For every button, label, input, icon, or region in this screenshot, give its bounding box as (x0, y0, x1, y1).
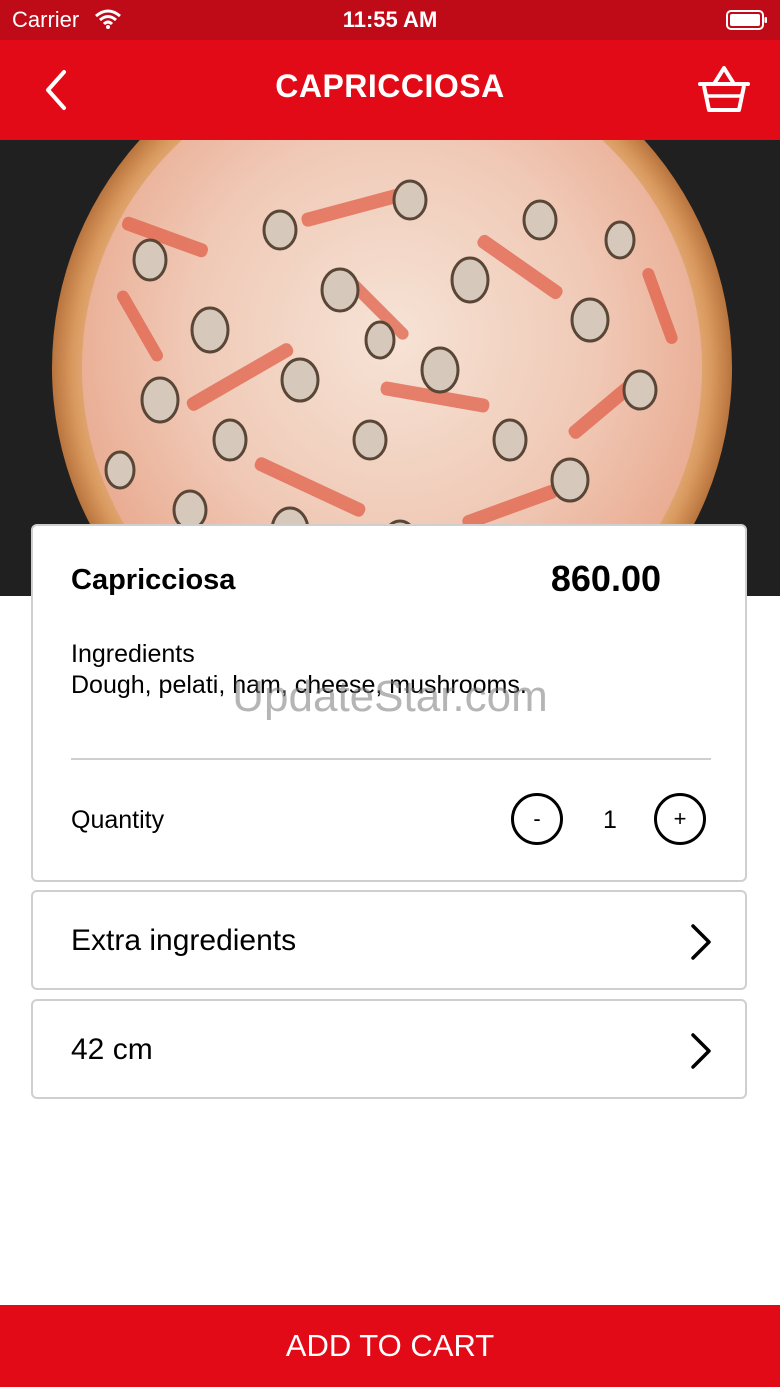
extra-ingredients-label: Extra ingredients (71, 924, 297, 957)
decrease-quantity-button[interactable]: - (511, 793, 563, 845)
battery-icon (726, 10, 767, 30)
quantity-label: Quantity (71, 806, 165, 834)
add-to-cart-button[interactable]: ADD TO CART (0, 1305, 780, 1387)
extra-ingredients-row[interactable]: Extra ingredients (31, 890, 747, 990)
basket-icon[interactable] (696, 64, 752, 116)
status-bar: Carrier 11:55 AM (0, 0, 780, 40)
product-name: Capricciosa (71, 564, 236, 596)
quantity-value: 1 (603, 806, 617, 834)
divider (71, 758, 711, 760)
increase-quantity-button[interactable]: + (654, 793, 706, 845)
page-title: CAPRICCIOSA (275, 68, 505, 104)
product-card: Capricciosa 860.00 Ingredients Dough, pe… (31, 524, 747, 882)
add-to-cart-label: ADD TO CART (285, 1328, 495, 1363)
product-detail-screen: Carrier 11:55 AM CAPRICCIOSA Capricciosa… (0, 0, 780, 1387)
nav-bar: CAPRICCIOSA (0, 40, 780, 140)
chevron-right-icon (691, 924, 711, 960)
ingredients-text: Dough, pelati, ham, cheese, mushrooms. (71, 671, 527, 699)
ingredients-label: Ingredients (71, 640, 195, 668)
product-price: 860.00 (550, 558, 661, 599)
plus-label: + (673, 806, 687, 831)
minus-label: - (533, 806, 541, 831)
size-label: 42 cm (71, 1033, 153, 1066)
chevron-right-icon (691, 1033, 711, 1069)
size-row[interactable]: 42 cm (31, 999, 747, 1099)
status-time: 11:55 AM (342, 7, 438, 32)
